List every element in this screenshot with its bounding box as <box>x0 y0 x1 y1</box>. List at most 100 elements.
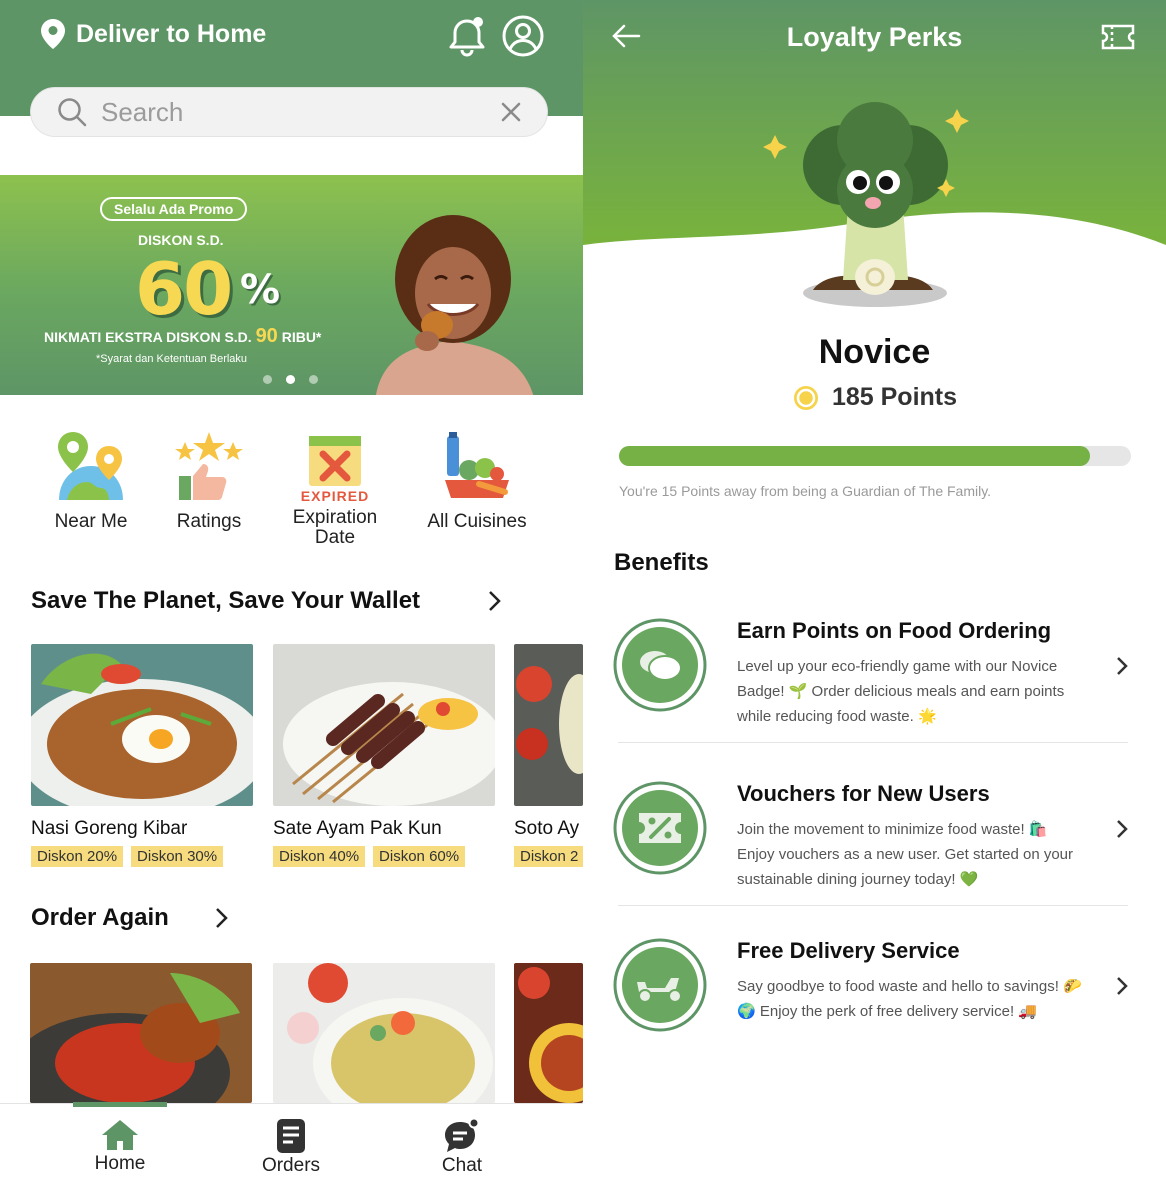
points-summary: 185 Points <box>583 383 1166 412</box>
category-near-me[interactable]: Near Me <box>50 430 132 532</box>
food-image-soto <box>273 963 495 1103</box>
food-basket-icon <box>445 432 509 498</box>
nav-label: Home <box>94 1153 146 1174</box>
promo-pill: Selalu Ada Promo <box>100 197 248 221</box>
food-card[interactable]: Soto Ay Diskon 2 <box>514 644 583 867</box>
discount-badge: Diskon 2 <box>514 846 583 867</box>
broccoli-mascot-image <box>763 102 969 307</box>
loyalty-screen: Loyalty Perks Novice 185 Points You're 1… <box>583 0 1166 1180</box>
voucher-percent-icon <box>613 781 707 875</box>
scooter-icon <box>613 938 707 1032</box>
expired-label: EXPIRED <box>300 488 370 504</box>
carousel-dot[interactable] <box>263 375 272 384</box>
benefit-earn-points[interactable]: Earn Points on Food Ordering Level up yo… <box>613 618 1133 725</box>
food-name: Sate Ayam Pak Kun <box>273 818 442 839</box>
map-pins-icon <box>58 432 123 500</box>
discount-badge: Diskon 20% <box>31 846 124 867</box>
benefit-description: Say goodbye to food waste and hello to s… <box>737 978 1082 1020</box>
promo-subtitle-suffix: RIBU* <box>281 329 322 345</box>
promo-subtitle-prefix: NIKMATI EKSTRA DISKON S.D. <box>44 329 252 345</box>
chevron-right-icon[interactable] <box>214 907 228 929</box>
chevron-right-icon[interactable] <box>1115 656 1129 676</box>
promo-percent: 60 <box>135 247 233 331</box>
order-again-title[interactable]: Order Again <box>31 904 169 932</box>
search-input[interactable] <box>101 96 501 128</box>
profile-icon[interactable] <box>501 14 545 58</box>
category-label: Expiration <box>292 507 378 528</box>
tier-progress-bar <box>619 446 1131 466</box>
benefit-vouchers[interactable]: Vouchers for New Users Join the movement… <box>613 781 1133 888</box>
category-ratings[interactable]: Ratings <box>168 430 250 532</box>
benefit-title: Free Delivery Service <box>737 938 960 963</box>
benefit-description: Join the movement to minimize food waste… <box>737 821 1074 888</box>
divider <box>618 742 1128 743</box>
food-name: Soto Ay <box>514 818 580 839</box>
food-card[interactable]: Sate Ayam Pak Kun Diskon 40% Diskon 60% <box>273 644 495 867</box>
order-again-card[interactable] <box>273 963 495 1103</box>
food-image-ayam-penyet <box>30 963 252 1103</box>
order-again-card[interactable] <box>514 963 583 1103</box>
deliver-label: Deliver to Home <box>76 19 267 48</box>
discount-badge: Diskon 30% <box>131 846 224 867</box>
promo-diskon-label: DISKON S.D. <box>138 232 224 248</box>
search-bar <box>30 87 548 137</box>
promo-terms: *Syarat dan Ketentuan Berlaku <box>96 353 248 365</box>
ticket-icon[interactable] <box>1100 22 1136 52</box>
benefit-title: Vouchers for New Users <box>737 781 990 806</box>
category-label: Ratings <box>176 511 242 532</box>
food-image-soto-ayam <box>514 644 583 806</box>
nav-label: Orders <box>261 1155 321 1176</box>
coins-icon <box>613 618 707 712</box>
chevron-right-icon[interactable] <box>1115 819 1129 839</box>
carousel-dot-active[interactable] <box>286 375 295 384</box>
tier-name: Novice <box>818 333 931 371</box>
deliver-to-selector[interactable]: Deliver to Home <box>40 18 266 50</box>
discount-badge: Diskon 40% <box>273 846 366 867</box>
category-row: Near Me Ratings EXPIRED Expiration Date <box>0 430 583 560</box>
carousel-dots <box>263 375 318 384</box>
promo-banner[interactable]: Selalu Ada Promo DISKON S.D. 60 % NIKMAT… <box>0 175 583 395</box>
chevron-right-icon[interactable] <box>487 590 501 612</box>
page-title: Loyalty Perks <box>786 22 963 52</box>
carousel-dot[interactable] <box>309 375 318 384</box>
home-icon <box>102 1120 138 1150</box>
bottom-nav: Home Orders Chat <box>0 1102 583 1180</box>
nav-home[interactable]: Home <box>80 1118 160 1175</box>
home-screen: Deliver to Home Selalu Ada Promo DI <box>0 0 583 1180</box>
promo-percent-sign: % <box>240 267 281 313</box>
location-pin-icon <box>41 19 65 49</box>
benefits-heading: Benefits <box>614 549 709 576</box>
chat-icon <box>445 1118 480 1152</box>
order-again-card[interactable] <box>30 963 252 1103</box>
save-planet-title[interactable]: Save The Planet, Save Your Wallet <box>31 587 420 615</box>
nav-orders[interactable]: Orders <box>251 1118 331 1177</box>
benefit-title: Earn Points on Food Ordering <box>737 618 1052 643</box>
discount-badge: Diskon 60% <box>373 846 466 867</box>
food-name: Nasi Goreng Kibar <box>31 818 188 839</box>
coin-icon <box>793 385 818 410</box>
chevron-right-icon[interactable] <box>1115 976 1129 996</box>
nav-label: Chat <box>441 1155 483 1176</box>
promo-subtitle-amount: 90 <box>255 325 278 347</box>
food-card[interactable]: Nasi Goreng Kibar Diskon 20% Diskon 30% <box>31 644 253 867</box>
benefit-free-delivery[interactable]: Free Delivery Service Say goodbye to foo… <box>613 938 1133 1038</box>
woman-eating-image <box>376 215 534 395</box>
active-tab-indicator <box>73 1102 167 1107</box>
receipt-icon <box>277 1119 305 1153</box>
divider <box>618 905 1128 906</box>
category-expiration-date[interactable]: EXPIRED Expiration Date <box>286 430 384 548</box>
category-label: All Cuisines <box>427 511 527 532</box>
progress-note: You're 15 Points away from being a Guard… <box>619 483 992 499</box>
bell-icon[interactable] <box>447 15 487 57</box>
food-image-sambal <box>514 963 583 1103</box>
nav-chat[interactable]: Chat <box>422 1118 502 1177</box>
category-all-cuisines[interactable]: All Cuisines <box>420 430 534 532</box>
benefit-description: Level up your eco-friendly game with our… <box>737 658 1065 725</box>
stars-thumb-icon <box>175 432 243 500</box>
clear-icon[interactable] <box>501 102 521 122</box>
search-icon <box>58 98 87 127</box>
promo-subtitle: NIKMATI EKSTRA DISKON S.D. 90 RIBU* <box>44 325 321 348</box>
food-image-nasi-goreng <box>31 644 253 806</box>
category-label-line2: Date <box>314 527 356 548</box>
category-label: Near Me <box>54 511 128 532</box>
